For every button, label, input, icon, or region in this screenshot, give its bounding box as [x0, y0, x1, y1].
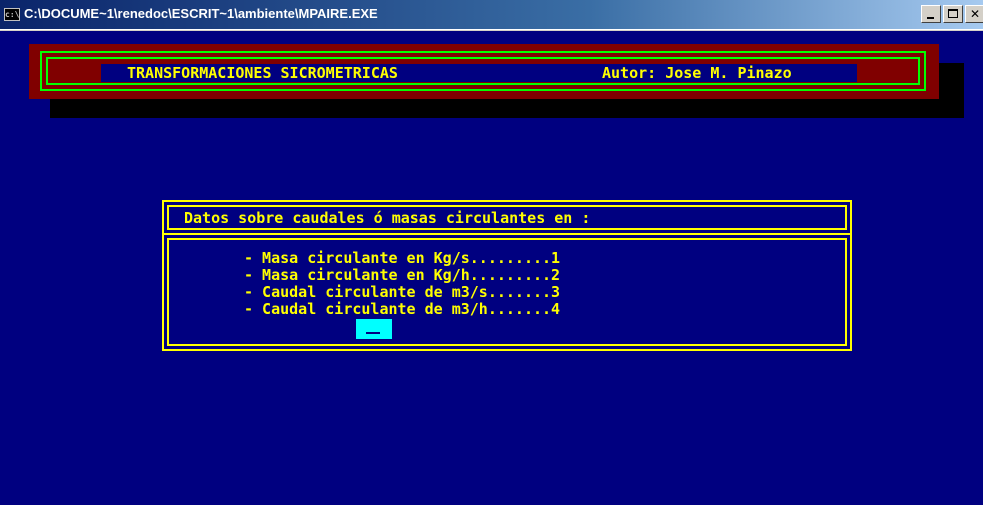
option-mass-kg-h: - Masa circulante en Kg/h.........2 — [244, 266, 561, 284]
maximize-icon — [948, 9, 958, 18]
text-cursor — [366, 332, 380, 334]
selection-input[interactable] — [356, 319, 392, 339]
title-bar[interactable]: c:\ C:\DOCUME~1\renedoc\ESCRIT~1\ambient… — [0, 0, 983, 30]
header-banner: TRANSFORMACIONES SICROMETRICAS Autor: Jo… — [29, 44, 939, 99]
caption-buttons: ✕ — [921, 5, 983, 23]
minimize-button[interactable] — [921, 5, 941, 23]
option-flow-m3-s: - Caudal circulante de m3/s.......3 — [244, 283, 561, 301]
window-title: C:\DOCUME~1\renedoc\ESCRIT~1\ambiente\MP… — [24, 6, 378, 21]
console-window: c:\ C:\DOCUME~1\renedoc\ESCRIT~1\ambient… — [0, 0, 983, 505]
console-icon[interactable]: c:\ — [4, 8, 20, 21]
option-flow-m3-h: - Caudal circulante de m3/h.......4 — [244, 300, 561, 318]
maximize-button[interactable] — [943, 5, 963, 23]
minimize-icon — [927, 17, 934, 19]
console-area[interactable]: TRANSFORMACIONES SICROMETRICAS Autor: Jo… — [0, 31, 983, 505]
close-icon: ✕ — [969, 7, 981, 21]
author-label: Autor: Jose M. Pinazo — [602, 64, 792, 82]
option-mass-kg-s: - Masa circulante en Kg/s.........1 — [244, 249, 561, 267]
close-button[interactable]: ✕ — [965, 5, 983, 23]
dialog-prompt: Datos sobre caudales ó masas circulantes… — [184, 209, 591, 227]
program-title: TRANSFORMACIONES SICROMETRICAS — [127, 64, 398, 82]
